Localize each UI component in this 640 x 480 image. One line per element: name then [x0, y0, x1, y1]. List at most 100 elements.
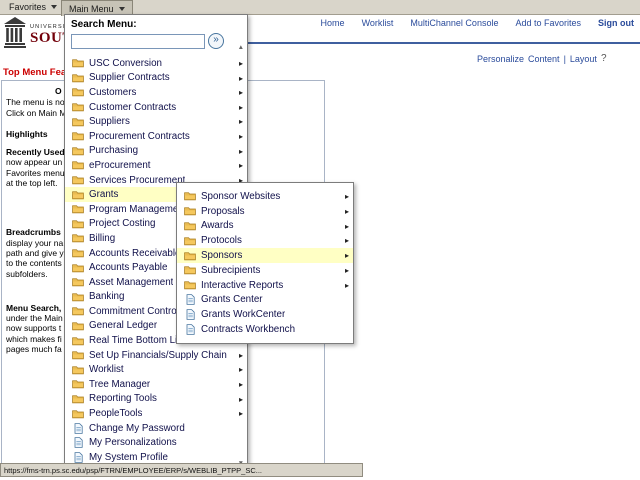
sign-out-link[interactable]: Sign out — [598, 18, 634, 28]
menu-search-input[interactable] — [71, 34, 205, 49]
grants-submenu: Sponsor Websites▸Proposals▸Awards▸Protoc… — [176, 182, 354, 344]
personalize-bar: Personalize Content | Layout — [477, 54, 597, 64]
nav-link-multichannel-console[interactable]: MultiChannel Console — [410, 18, 498, 28]
menu-item-label: Interactive Reports — [201, 280, 283, 291]
menu-item-label: Change My Password — [89, 423, 185, 434]
folder-icon — [72, 306, 84, 316]
scroll-up-icon[interactable]: ▲ — [238, 44, 244, 51]
menu-item-supplier-contracts[interactable]: Supplier Contracts▸ — [65, 71, 247, 86]
menu-item-usc-conversion[interactable]: USC Conversion ▸ — [65, 56, 247, 71]
page-icon — [184, 294, 196, 305]
folder-icon — [72, 409, 84, 419]
search-row: » — [65, 30, 247, 54]
menu-item-label: Awards — [201, 220, 234, 231]
personalize-layout-link[interactable]: Layout — [570, 54, 597, 64]
help-icon[interactable]: ? — [601, 53, 607, 64]
menu-item-label: Set Up Financials/Supply Chain — [89, 350, 227, 361]
menu-item-label: General Ledger — [89, 320, 157, 331]
menu-item-customers[interactable]: Customers▸ — [65, 85, 247, 100]
submenu-arrow-icon: ▸ — [239, 147, 243, 156]
favorites-menu-button[interactable]: Favorites — [3, 0, 63, 14]
folder-icon — [72, 190, 84, 200]
folder-icon — [72, 233, 84, 243]
menu-item-label: Commitment Control — [89, 306, 179, 317]
menu-item-protocols[interactable]: Protocols▸ — [177, 233, 353, 248]
menu-item-awards[interactable]: Awards▸ — [177, 219, 353, 234]
menu-item-label: Tree Manager — [89, 379, 150, 390]
menu-item-label: Services Procurement — [89, 175, 185, 186]
menu-item-set-up-financials-supply-chain[interactable]: Set Up Financials/Supply Chain▸ — [65, 348, 247, 363]
page-icon — [184, 324, 196, 335]
nav-link-add-to-favorites[interactable]: Add to Favorites — [515, 18, 581, 28]
menu-item-proposals[interactable]: Proposals▸ — [177, 204, 353, 219]
page-icon — [72, 452, 84, 463]
folder-icon — [72, 102, 84, 112]
menu-item-peopletools[interactable]: PeopleTools ▸ — [65, 406, 247, 421]
page-icon — [72, 437, 84, 448]
submenu-arrow-icon: ▸ — [239, 395, 243, 404]
menu-item-label: PeopleTools — [89, 408, 142, 419]
status-bar: https://fms-trn.ps.sc.edu/psp/FTRN/EMPLO… — [0, 463, 363, 477]
menu-item-change-my-password[interactable]: Change My Password — [65, 421, 247, 436]
menu-item-purchasing[interactable]: Purchasing ▸ — [65, 144, 247, 159]
submenu-arrow-icon: ▸ — [239, 380, 243, 389]
menu-item-label: Grants Center — [201, 294, 263, 305]
folder-icon — [72, 117, 84, 127]
folder-icon — [72, 58, 84, 68]
submenu-arrow-icon: ▸ — [239, 59, 243, 68]
menu-item-my-personalizations[interactable]: My Personalizations — [65, 435, 247, 450]
menu-item-label: Subrecipients — [201, 265, 260, 276]
submenu-arrow-icon: ▸ — [345, 236, 349, 245]
menu-item-eprocurement[interactable]: eProcurement▸ — [65, 158, 247, 173]
nav-links: Home Worklist MultiChannel Console Add to F… — [321, 18, 581, 28]
folder-icon — [184, 265, 196, 275]
folder-icon — [72, 248, 84, 258]
folder-icon — [72, 394, 84, 404]
folder-icon — [72, 321, 84, 331]
menu-item-contracts-workbench[interactable]: Contracts Workbench — [177, 322, 353, 337]
folder-icon — [72, 365, 84, 375]
submenu-arrow-icon: ▸ — [239, 365, 243, 374]
menu-item-label: Asset Management — [89, 277, 173, 288]
menu-item-customer-contracts[interactable]: Customer Contracts▸ — [65, 100, 247, 115]
status-url: https://fms-trn.ps.sc.edu/psp/FTRN/EMPLO… — [4, 466, 262, 475]
submenu-arrow-icon: ▸ — [239, 74, 243, 83]
menu-item-label: Grants — [89, 189, 118, 200]
folder-icon — [72, 146, 84, 156]
menu-item-reporting-tools[interactable]: Reporting Tools▸ — [65, 392, 247, 407]
folder-icon — [72, 131, 84, 141]
nav-link-home[interactable]: Home — [321, 18, 345, 28]
search-go-button[interactable]: » — [208, 33, 224, 49]
menu-item-label: Purchasing — [89, 145, 138, 156]
caret-down-icon — [119, 7, 125, 11]
menu-item-subrecipients[interactable]: Subrecipients ▸ — [177, 263, 353, 278]
submenu-arrow-icon: ▸ — [345, 266, 349, 275]
submenu-arrow-icon: ▸ — [239, 409, 243, 418]
peoplesoft-window: Favorites Main Menu HomeWorklistMultiCha… — [0, 0, 640, 480]
menu-item-grants-workcenter[interactable]: Grants WorkCenter — [177, 307, 353, 322]
page-icon — [184, 309, 196, 320]
menu-item-label: Worklist — [89, 364, 124, 375]
menu-item-label: Accounts Payable — [89, 262, 167, 273]
submenu-arrow-icon: ▸ — [345, 192, 349, 201]
menu-item-worklist[interactable]: Worklist ▸ — [65, 362, 247, 377]
menu-item-sponsors[interactable]: Sponsors▸ — [177, 248, 353, 263]
folder-icon — [184, 221, 196, 231]
nav-link-worklist[interactable]: Worklist — [362, 18, 394, 28]
menu-item-label: Program Management — [89, 204, 186, 215]
personalize-content-link[interactable]: Content — [528, 54, 560, 64]
menu-item-label: Customers — [89, 87, 136, 98]
menu-item-interactive-reports[interactable]: Interactive Reports▸ — [177, 278, 353, 293]
submenu-arrow-icon: ▸ — [345, 251, 349, 260]
folder-icon — [72, 292, 84, 302]
folder-icon — [184, 191, 196, 201]
menu-item-suppliers[interactable]: Suppliers▸ — [65, 114, 247, 129]
menu-item-sponsor-websites[interactable]: Sponsor Websites▸ — [177, 189, 353, 204]
menu-item-grants-center[interactable]: Grants Center — [177, 293, 353, 308]
folder-icon — [72, 73, 84, 83]
folder-icon — [72, 336, 84, 346]
menu-item-label: Real Time Bottom Line — [89, 335, 188, 346]
menu-item-label: USC Conversion — [89, 58, 162, 69]
menu-item-tree-manager[interactable]: Tree Manager ▸ — [65, 377, 247, 392]
menu-item-procurement-contracts[interactable]: Procurement Contracts▸ — [65, 129, 247, 144]
